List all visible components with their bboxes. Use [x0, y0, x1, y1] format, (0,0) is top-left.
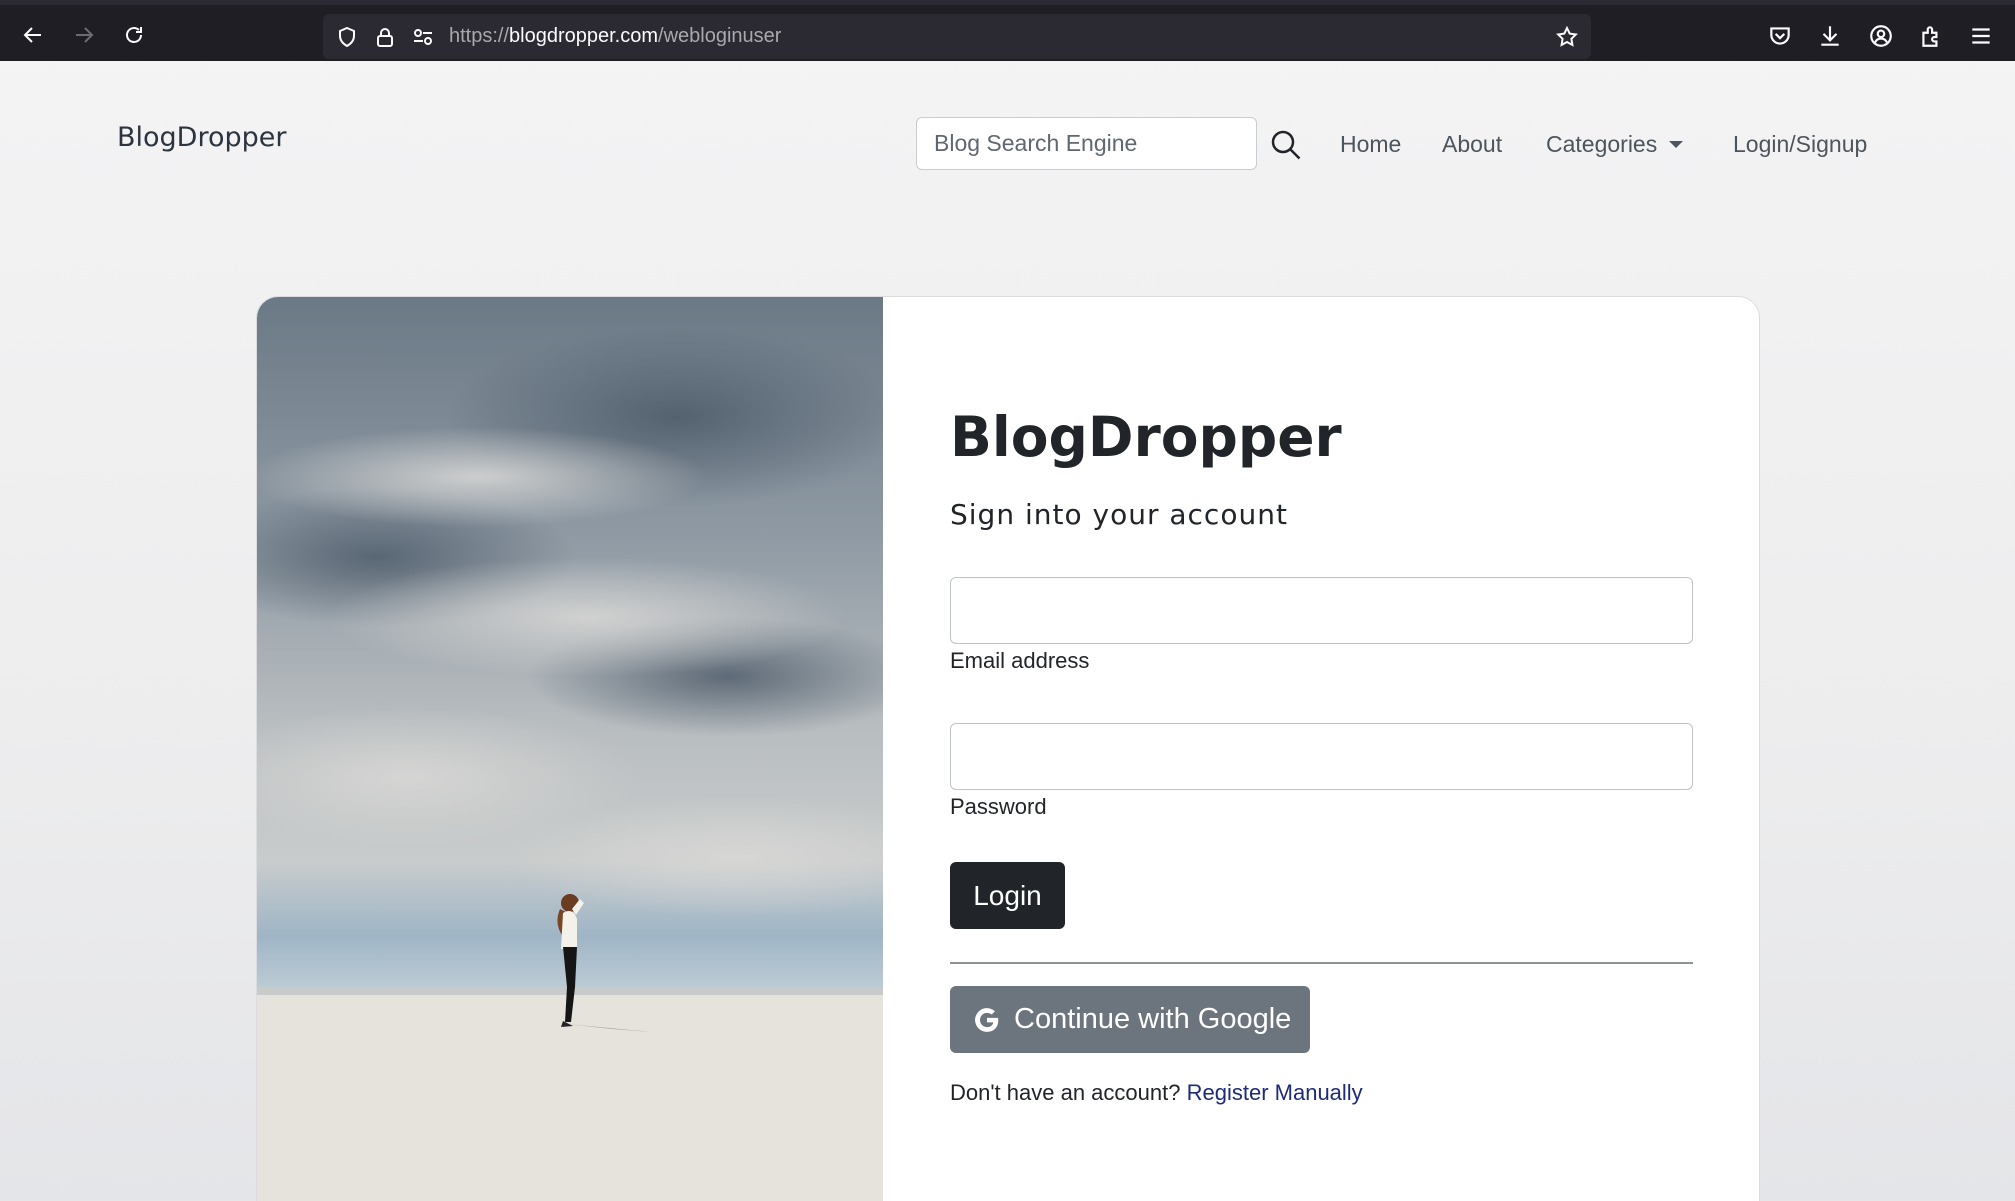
pocket-icon[interactable] — [1767, 23, 1793, 49]
reload-button[interactable] — [120, 21, 148, 49]
register-prompt-line: Don't have an account? Register Manually — [950, 1080, 1363, 1106]
reload-icon — [126, 27, 142, 43]
url-path: /webloginuser — [658, 25, 782, 47]
forward-arrow-icon — [76, 27, 94, 43]
bookmark-star-icon[interactable] — [1555, 25, 1579, 49]
permissions-icon[interactable] — [411, 25, 435, 49]
nav-link-home[interactable]: Home — [1340, 131, 1401, 158]
nav-link-about[interactable]: About — [1442, 131, 1502, 158]
register-prompt: Don't have an account? — [950, 1080, 1181, 1105]
hero-photo — [257, 297, 883, 1201]
url-text[interactable]: https://blogdropper.com/webloginuser — [449, 25, 781, 48]
url-scheme: https:// — [449, 25, 510, 47]
password-field[interactable] — [950, 723, 1693, 790]
password-label: Password — [950, 794, 1047, 819]
extensions-icon[interactable] — [1918, 23, 1944, 49]
nav-dropdown-categories[interactable]: Categories — [1546, 131, 1684, 158]
form-subtitle: Sign into your account — [950, 498, 1288, 531]
lock-icon[interactable] — [373, 25, 397, 49]
forward-button[interactable] — [70, 21, 98, 49]
desert-sky-image — [257, 297, 883, 1201]
register-manually-link[interactable]: Register Manually — [1187, 1080, 1363, 1105]
google-button-label: Continue with Google — [1014, 1003, 1292, 1035]
browser-toolbar: https://blogdropper.com/webloginuser — [0, 0, 2015, 61]
search-icon[interactable] — [1270, 129, 1302, 161]
login-card: BlogDropper Sign into your account Email… — [256, 296, 1760, 1201]
shield-icon[interactable] — [335, 25, 359, 49]
blog-search-input[interactable] — [916, 117, 1257, 170]
form-title: BlogDropper — [950, 405, 1342, 469]
dropdown-caret-icon — [1669, 141, 1684, 148]
email-field[interactable] — [950, 577, 1693, 644]
categories-label: Categories — [1546, 131, 1658, 157]
download-icon[interactable] — [1817, 23, 1843, 49]
site-brand[interactable]: BlogDropper — [117, 122, 287, 153]
url-host: blogdropper.com — [509, 25, 659, 47]
back-arrow-icon — [23, 27, 41, 43]
nav-link-login-signup[interactable]: Login/Signup — [1733, 131, 1867, 158]
account-icon[interactable] — [1868, 23, 1894, 49]
menu-icon[interactable] — [1968, 23, 1994, 49]
form-divider — [950, 962, 1693, 964]
continue-with-google-button[interactable]: Continue with Google — [950, 986, 1310, 1053]
login-button[interactable]: Login — [950, 862, 1065, 929]
back-button[interactable] — [19, 21, 47, 49]
address-bar[interactable]: https://blogdropper.com/webloginuser — [323, 14, 1591, 59]
google-g-icon — [975, 1007, 999, 1032]
email-label: Email address — [950, 648, 1090, 673]
